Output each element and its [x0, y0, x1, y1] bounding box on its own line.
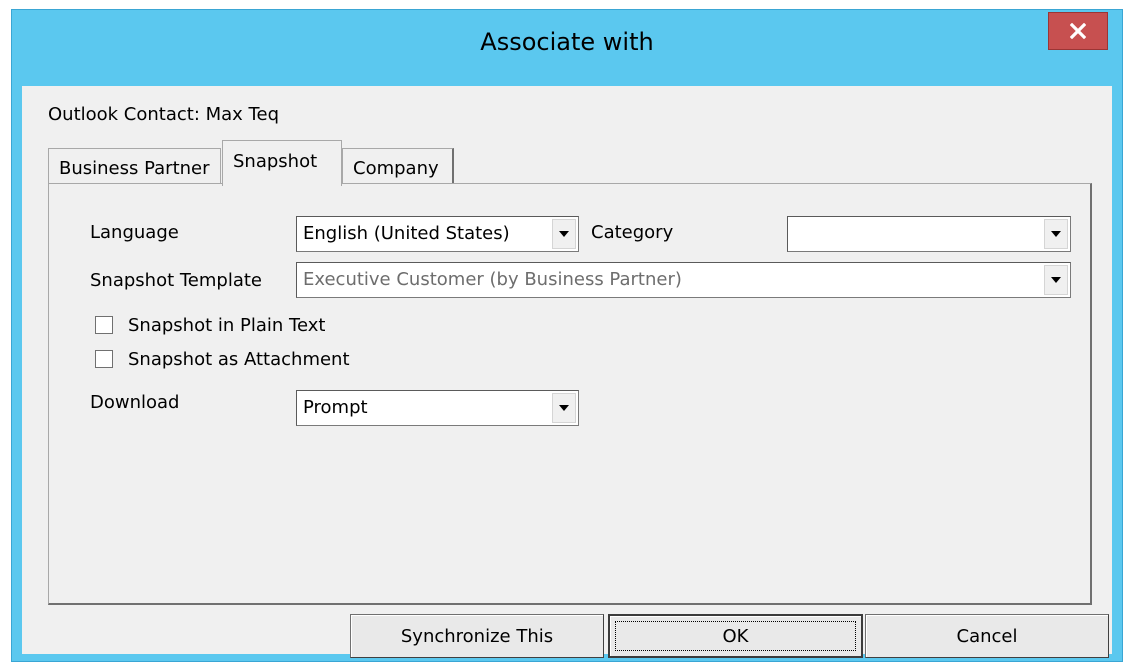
- attachment-checkbox[interactable]: [95, 350, 113, 368]
- title-bar[interactable]: Associate with: [12, 10, 1122, 84]
- outlook-contact-label: Outlook Contact: Max Teq: [48, 104, 279, 125]
- synchronize-this-button[interactable]: Synchronize This: [350, 614, 604, 658]
- language-label: Language: [90, 222, 179, 243]
- dialog-body: Outlook Contact: Max Teq Business Partne…: [22, 86, 1112, 658]
- synchronize-this-label: Synchronize This: [400, 625, 554, 647]
- snapshot-panel: Language English (United States) Categor…: [48, 183, 1092, 605]
- plain-text-checkbox[interactable]: [95, 316, 113, 334]
- close-icon: [1070, 23, 1086, 39]
- focus-rectangle: [615, 621, 856, 651]
- snapshot-template-dropdown[interactable]: Executive Customer (by Business Partner): [296, 262, 1071, 298]
- tab-snapshot[interactable]: Snapshot: [222, 140, 342, 186]
- ok-button[interactable]: OK: [608, 614, 863, 658]
- snapshot-template-label: Snapshot Template: [90, 270, 263, 291]
- download-value: Prompt: [303, 397, 368, 418]
- dropdown-arrow-icon[interactable]: [552, 219, 576, 249]
- tab-business-partner[interactable]: Business Partner: [48, 148, 221, 184]
- dialog-title: Associate with: [480, 28, 654, 56]
- cancel-label: Cancel: [956, 625, 1018, 647]
- category-dropdown[interactable]: [787, 216, 1071, 252]
- language-dropdown[interactable]: English (United States): [296, 216, 579, 252]
- close-button[interactable]: [1048, 12, 1108, 50]
- snapshot-template-value: Executive Customer (by Business Partner): [303, 269, 682, 290]
- dropdown-arrow-icon[interactable]: [1044, 265, 1068, 295]
- attachment-label: Snapshot as Attachment: [128, 349, 350, 370]
- plain-text-label: Snapshot in Plain Text: [128, 315, 326, 336]
- language-value: English (United States): [303, 223, 510, 244]
- dropdown-arrow-icon[interactable]: [1044, 219, 1068, 249]
- category-label: Category: [591, 222, 674, 243]
- tab-company[interactable]: Company: [342, 148, 454, 184]
- cancel-button[interactable]: Cancel: [865, 614, 1109, 658]
- download-label: Download: [90, 392, 180, 413]
- dialog-window: Associate with Outlook Contact: Max Teq …: [11, 9, 1123, 662]
- dropdown-arrow-icon[interactable]: [552, 393, 576, 423]
- download-dropdown[interactable]: Prompt: [296, 390, 579, 426]
